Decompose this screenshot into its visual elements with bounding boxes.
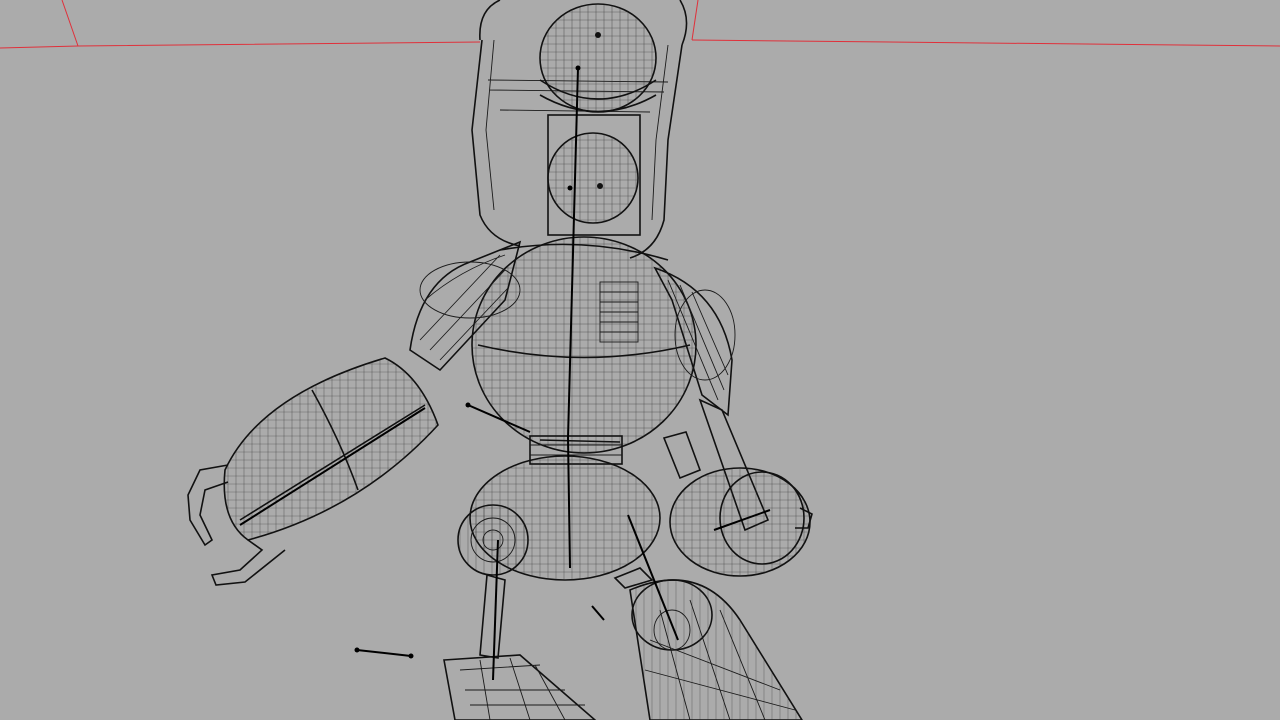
head-upper-mesh[interactable] <box>539 3 657 113</box>
right-leg-mesh[interactable] <box>613 567 803 720</box>
left-leg-mesh[interactable] <box>443 573 597 720</box>
neck-mesh[interactable] <box>547 114 641 236</box>
left-arm-mesh[interactable] <box>223 357 439 541</box>
left-hip-joint-mesh[interactable] <box>457 504 529 576</box>
wireframe-canvas[interactable] <box>0 0 1280 720</box>
3d-viewport[interactable] <box>0 0 1280 720</box>
right-hand-wheel-mesh[interactable] <box>669 467 813 577</box>
